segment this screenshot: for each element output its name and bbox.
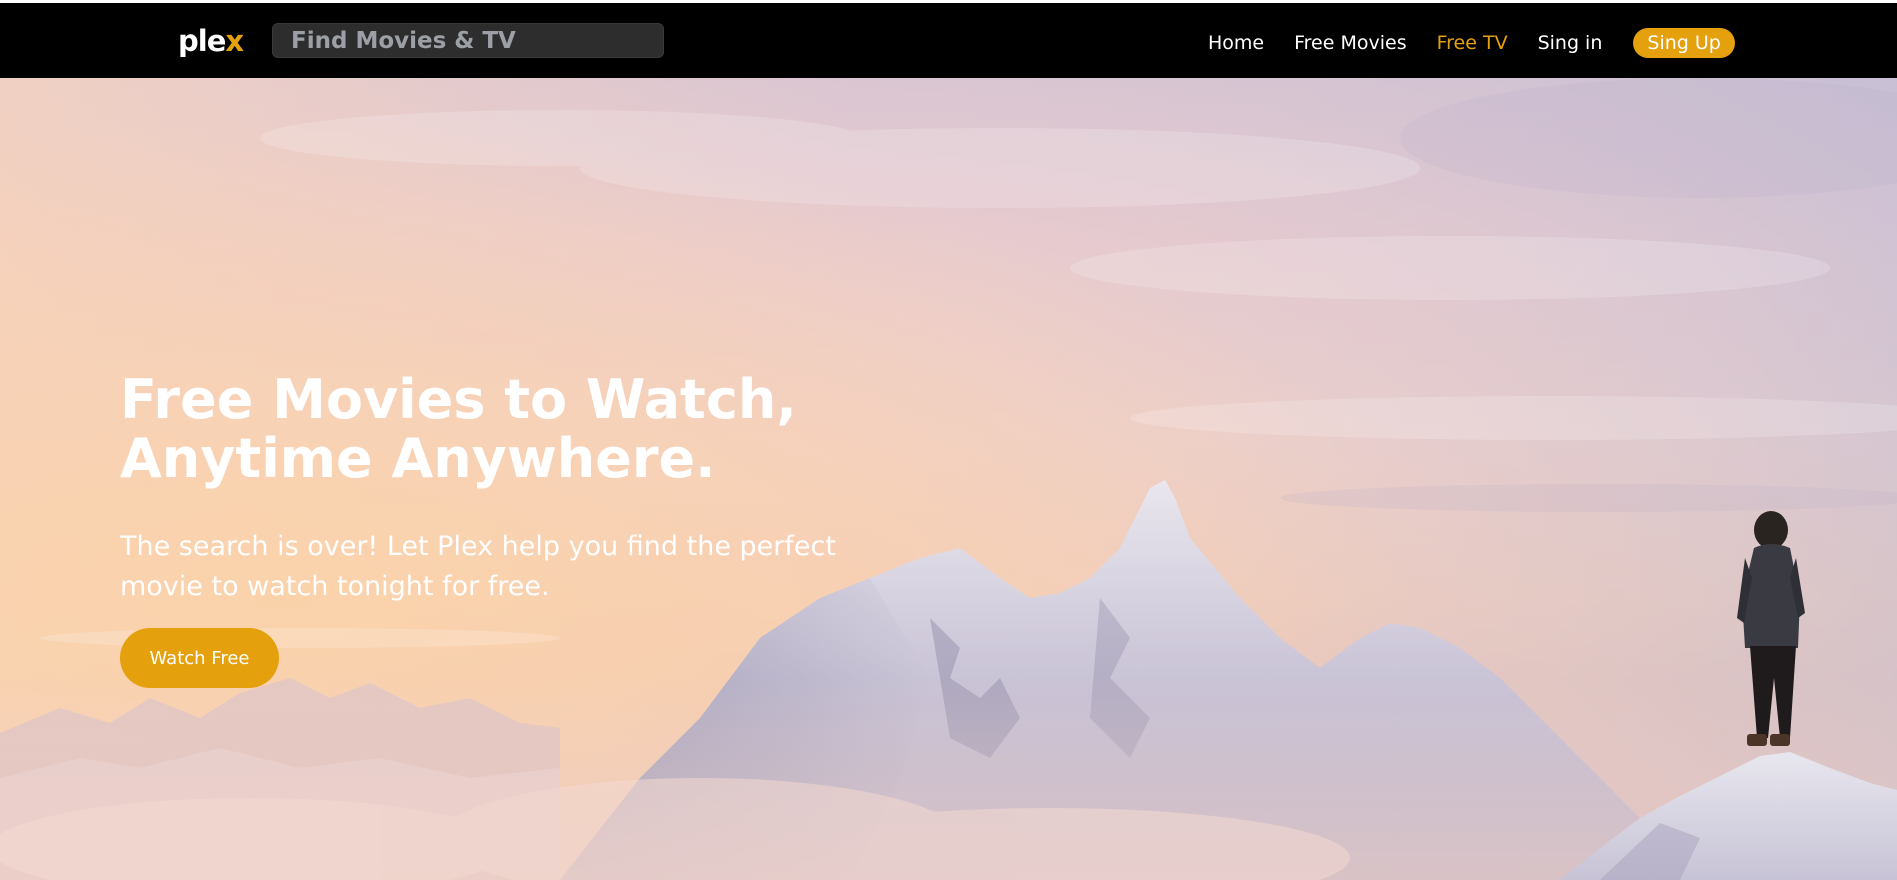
nav-free-tv-link[interactable]: Free TV [1437,32,1508,54]
logo-accent-x: x [225,24,244,58]
nav-home-link[interactable]: Home [1208,32,1264,54]
logo-text: ple [178,24,226,58]
sign-up-button[interactable]: Sing Up [1633,28,1735,58]
watch-free-button[interactable]: Watch Free [120,628,279,688]
search-box[interactable] [272,23,664,58]
hero-title: Free Movies to Watch, Anytime Anywhere. [120,368,797,490]
hero-subtitle: The search is over! Let Plex help you fi… [120,531,836,602]
hero-section: Free Movies to Watch, Anytime Anywhere. … [0,78,1897,880]
page: plex Home Free Movies Free TV Sing in Si… [0,0,1897,880]
nav-sign-in-link[interactable]: Sing in [1538,32,1603,54]
nav-free-movies-link[interactable]: Free Movies [1294,32,1407,54]
main-nav: Home Free Movies Free TV Sing in Sing Up [1208,25,1735,61]
search-input[interactable] [291,24,651,57]
top-nav-bar: plex Home Free Movies Free TV Sing in Si… [0,3,1897,78]
plex-logo[interactable]: plex [178,23,244,59]
